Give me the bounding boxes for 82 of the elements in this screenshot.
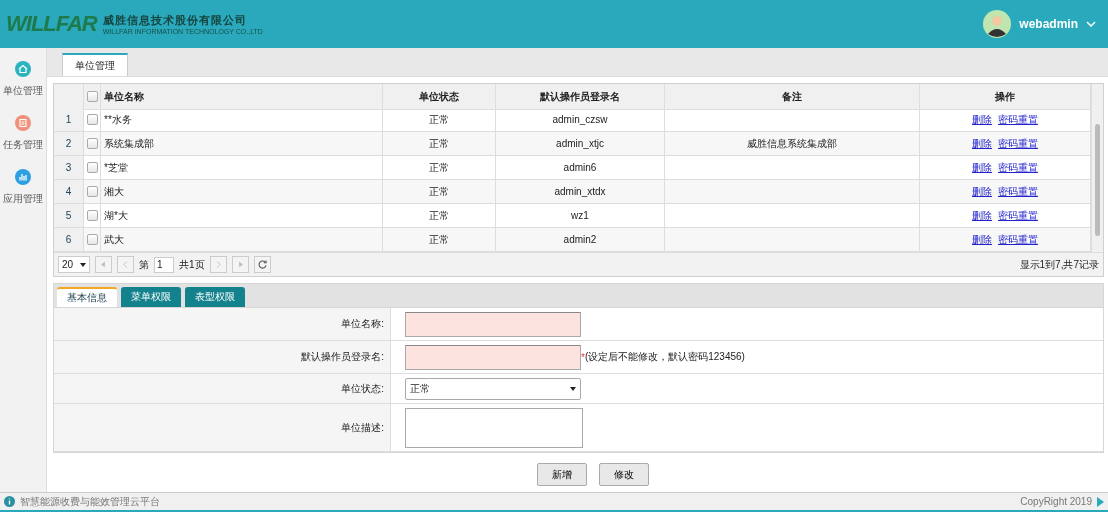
action-link[interactable]: 删除 [972, 232, 992, 247]
action-link[interactable]: 密码重置 [998, 208, 1038, 223]
form-tab[interactable]: 基本信息 [57, 287, 117, 307]
row-number: 2 [54, 132, 84, 156]
checkbox[interactable] [86, 234, 98, 245]
bar-chart-icon [14, 168, 32, 186]
field-note: (设定后不能修改，默认密码123456) [584, 350, 745, 364]
company-logo: WILLFAR [6, 11, 97, 37]
company-name: 威胜信息技术股份有限公司 [102, 13, 248, 28]
home-icon [14, 60, 32, 78]
input-field[interactable] [405, 311, 581, 337]
checkbox[interactable] [86, 114, 98, 125]
column-header: 备注 [665, 84, 920, 110]
row-number: 3 [54, 156, 84, 180]
field-label: 单位名称: [341, 317, 384, 331]
page-tab[interactable]: 单位管理 [62, 53, 128, 76]
previous-page-icon[interactable] [117, 256, 134, 273]
row-number: 5 [54, 204, 84, 228]
required-mark: * [581, 351, 585, 363]
checkbox[interactable] [86, 91, 98, 102]
form-tab[interactable]: 表型权限 [185, 287, 245, 307]
sidebar-item[interactable]: 单位管理 [3, 84, 43, 98]
table-cell: admin_xtjc [496, 132, 665, 156]
table-cell: 威胜信息系统集成部 [665, 132, 920, 156]
triangle-right-icon[interactable] [1097, 496, 1104, 507]
page-count: 共1页 [179, 257, 205, 272]
action-link[interactable]: 密码重置 [998, 160, 1038, 175]
row-number: 1 [54, 108, 84, 132]
form-tab[interactable]: 菜单权限 [121, 287, 181, 307]
info-icon [4, 496, 15, 507]
table-cell: 武大 [101, 228, 383, 252]
column-header: 操作 [920, 84, 1091, 110]
action-link[interactable]: 密码重置 [998, 232, 1038, 247]
sidebar-item[interactable]: 应用管理 [3, 192, 43, 206]
action-link[interactable]: 密码重置 [998, 112, 1038, 127]
action-link[interactable]: 密码重置 [998, 136, 1038, 151]
input-field[interactable] [405, 344, 581, 370]
action-link[interactable]: 删除 [972, 208, 992, 223]
action-link[interactable]: 删除 [972, 160, 992, 175]
checkbox[interactable] [86, 210, 98, 221]
table-cell: admin_xtdx [496, 180, 665, 204]
dropdown-arrow-icon [80, 262, 86, 267]
scrollbar[interactable] [1095, 124, 1100, 236]
dropdown-arrow-icon [570, 386, 576, 391]
action-link[interactable]: 删除 [972, 184, 992, 199]
first-page-icon[interactable] [95, 256, 112, 273]
field-label: 默认操作员登录名: [301, 350, 384, 364]
sidebar-item[interactable]: 任务管理 [3, 138, 43, 152]
column-header: 单位状态 [383, 84, 496, 110]
action-link[interactable]: 密码重置 [998, 184, 1038, 199]
chevron-down-icon[interactable] [1086, 21, 1096, 27]
form-button[interactable]: 新增 [536, 463, 587, 486]
checkbox[interactable] [86, 162, 98, 173]
action-link[interactable]: 删除 [972, 136, 992, 151]
page-input[interactable]: 1 [154, 256, 174, 273]
row-number: 4 [54, 180, 84, 204]
table-cell: 湘大 [101, 180, 383, 204]
document-icon [14, 114, 32, 132]
table-cell: 正常 [383, 180, 496, 204]
table-cell: 正常 [383, 132, 496, 156]
avatar-icon [983, 10, 1012, 38]
action-link[interactable]: 删除 [972, 112, 992, 127]
description-field[interactable] [405, 407, 583, 448]
next-page-icon[interactable] [209, 256, 227, 273]
platform-name: 智慧能源收费与能效管理云平台 [20, 494, 160, 509]
table-cell: admin2 [496, 228, 665, 252]
column-header: 单位名称 [101, 84, 383, 110]
field-label: 单位状态: [341, 381, 384, 396]
row-number: 6 [54, 228, 84, 252]
status-select[interactable]: 正常 [405, 377, 581, 400]
column-header: 默认操作员登录名 [496, 84, 665, 110]
page-label: 第 [139, 257, 149, 272]
page-size-select[interactable]: 20 [58, 256, 90, 273]
record-summary: 显示1到7,共7记录 [1019, 257, 1099, 272]
form-button[interactable]: 修改 [598, 463, 649, 486]
copyright-text: CopyRight 2019 [1020, 496, 1092, 507]
table-cell: 系统集成部 [101, 132, 383, 156]
checkbox[interactable] [86, 186, 98, 197]
refresh-icon[interactable] [253, 256, 271, 273]
checkbox[interactable] [86, 138, 98, 149]
table-cell: 正常 [383, 228, 496, 252]
field-label: 单位描述: [341, 420, 384, 435]
